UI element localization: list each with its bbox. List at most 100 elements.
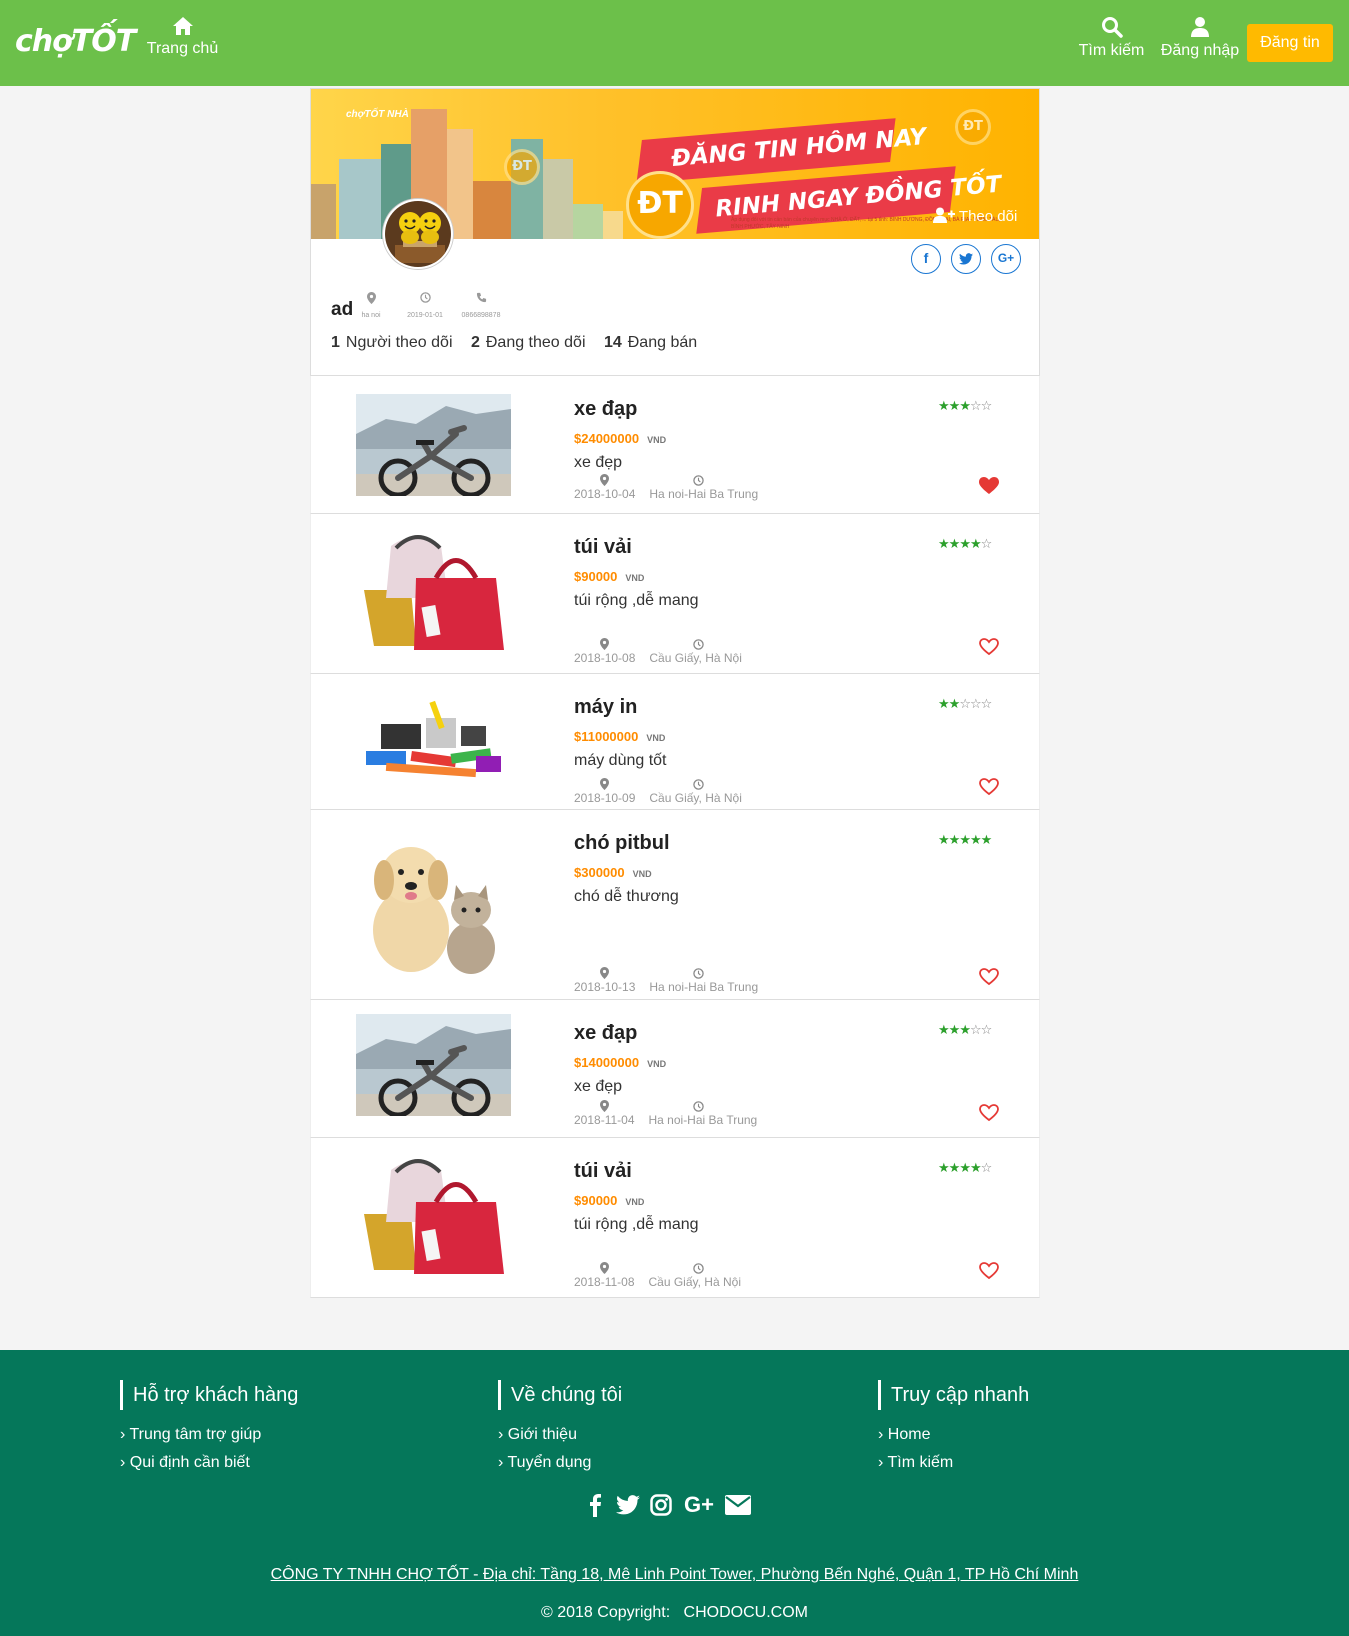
listing-image[interactable] [356,394,511,498]
post-listing-button[interactable]: Đăng tin [1247,24,1333,62]
instagram-icon[interactable] [650,1493,672,1521]
favorite-button[interactable] [979,968,999,991]
footer-link-about[interactable]: › Giới thiệu [498,1426,622,1444]
coin-small-1: ĐT [504,149,540,185]
avatar[interactable] [383,199,453,269]
listing-price-value: $24000000 [574,431,640,446]
footer-link-label: Qui định cần biết [129,1454,250,1471]
listing-price: $11000000 VND [574,729,665,744]
listing-image[interactable] [356,696,511,788]
star-filled-icon: ★ [938,398,950,413]
footer-quick-access-column: Truy cập nhanh › Home › Tìm kiếm [878,1380,1029,1472]
footer-link-regulations[interactable]: › Qui định cần biết [120,1454,298,1472]
map-marker-icon [600,967,609,979]
star-filled-icon: ★ [980,832,993,847]
selling-count: 14 [603,334,622,351]
brand-link[interactable]: CHODOCU.COM [684,1604,808,1621]
footer-about-title: Về chúng tôi [498,1380,622,1410]
nav-search[interactable]: Tìm kiếm [1074,16,1149,60]
listing-item[interactable]: chó pitbul $300000 VND chó dễ thương 2018-10… [310,810,1040,1000]
facebook-share-button[interactable]: f [911,244,941,274]
listing-description: xe đẹp [574,1078,623,1095]
listing-title[interactable]: xe đạp [574,1022,637,1045]
listing-currency: VND [646,733,666,743]
listing-title[interactable]: túi vải [574,1160,632,1183]
listing-meta: 2018-11-08 Cầu Giấy, Hà Nội [574,1275,741,1289]
google-plus-share-button[interactable]: G+ [991,244,1021,274]
listing-image[interactable] [356,528,511,656]
listing-title[interactable]: túi vải [574,536,632,559]
footer-link-home[interactable]: › Home [878,1426,1029,1444]
listing-item[interactable]: máy in $11000000 VND máy dùng tốt 2018-10-09… [310,674,1040,810]
map-marker-icon [600,1100,609,1112]
star-filled-icon: ★ [959,398,971,413]
listing-meta: 2018-10-08 Cầu Giấy, Hà Nội [574,651,742,665]
footer-link-careers[interactable]: › Tuyển dụng [498,1454,622,1472]
star-empty-icon: ☆ [980,398,993,413]
listing-image[interactable] [356,830,511,980]
user-icon [1191,17,1209,37]
coin-large: ĐT [626,171,694,239]
google-plus-icon[interactable]: G+ [684,1493,714,1517]
facebook-icon[interactable] [588,1493,602,1522]
favorite-button[interactable] [979,778,999,801]
nav-home[interactable]: Trang chủ [140,16,225,58]
listing-title[interactable]: xe đạp [574,398,637,421]
listing-list: xe đạp $24000000 VND xe đẹp 2018-10-04 Ha noi… [310,376,1040,1298]
listing-meta: 2018-10-04 Ha noi-Hai Ba Trung [574,487,758,501]
followers-label[interactable]: Người theo dõi [346,334,453,351]
star-filled-icon: ★ [959,832,971,847]
listing-price: $90000 VND [574,569,644,584]
email-icon[interactable] [725,1493,751,1520]
star-filled-icon: ★ [969,536,982,551]
favorite-button[interactable] [979,477,999,500]
listing-title[interactable]: chó pitbul [574,832,670,855]
top-navbar: chợTỐT Trang chủ Tìm kiếm Đăng nhập Đăng… [0,0,1349,86]
listing-rating: ★★★★☆ [938,536,992,552]
heart-outline-icon [979,638,999,656]
star-filled-icon: ★ [959,1022,971,1037]
site-logo[interactable]: chợTỐT [15,24,136,59]
footer-address-link[interactable]: CÔNG TY TNHH CHỢ TỐT - Địa chỉ: Tầng 18,… [0,1566,1349,1584]
clock-icon [693,779,704,790]
listing-item[interactable]: xe đạp $14000000 VND xe đẹp 2018-11-04 Ha noi… [310,1000,1040,1138]
following-label[interactable]: Đang theo dõi [486,334,586,351]
listing-currency: VND [632,869,652,879]
listing-item[interactable]: xe đạp $24000000 VND xe đẹp 2018-10-04 Ha noi… [310,376,1040,514]
footer-support-column: Hỗ trợ khách hàng › Trung tâm trợ giúp ›… [120,1380,298,1472]
listing-date: 2018-10-08 [574,651,636,665]
footer-quick-title: Truy cập nhanh [878,1380,1029,1410]
listing-price: $90000 VND [574,1193,644,1208]
footer-link-search[interactable]: › Tìm kiếm [878,1454,1029,1472]
favorite-button[interactable] [979,1104,999,1127]
star-empty-icon: ☆ [969,398,982,413]
follow-label: Theo dõi [958,208,1018,225]
twitter-share-button[interactable] [951,244,981,274]
listing-meta: 2018-11-04 Ha noi-Hai Ba Trung [574,1113,757,1127]
footer-link-help-center[interactable]: › Trung tâm trợ giúp [120,1426,298,1444]
listing-currency: VND [647,1059,667,1069]
star-empty-icon: ☆ [969,1022,982,1037]
star-filled-icon: ★ [959,1160,971,1175]
selling-label[interactable]: Đang bán [628,334,697,351]
follow-button[interactable]: Theo dõi [933,207,1017,225]
heart-outline-icon [979,968,999,986]
twitter-icon[interactable] [616,1493,640,1520]
listing-item[interactable]: túi vải $90000 VND túi rộng ,dễ mang 2018-11… [310,1138,1040,1298]
clock-icon [693,1263,704,1274]
listing-title[interactable]: máy in [574,696,637,719]
star-filled-icon: ★ [938,1022,950,1037]
profile-phone[interactable]: 0866898878 [456,292,506,319]
listing-image[interactable] [356,1152,511,1280]
listing-item[interactable]: túi vải $90000 VND túi rộng ,dễ mang 2018-10… [310,514,1040,674]
star-filled-icon: ★ [938,832,950,847]
profile-location: ha noi [356,292,386,319]
footer-link-label: Trung tâm trợ giúp [129,1426,262,1443]
heart-outline-icon [979,778,999,796]
favorite-button[interactable] [979,638,999,661]
listing-image[interactable] [356,1014,511,1118]
listing-currency: VND [647,435,667,445]
favorite-button[interactable] [979,1262,999,1285]
nav-login[interactable]: Đăng nhập [1160,16,1240,60]
listing-description: túi rộng ,dễ mang [574,1216,699,1233]
